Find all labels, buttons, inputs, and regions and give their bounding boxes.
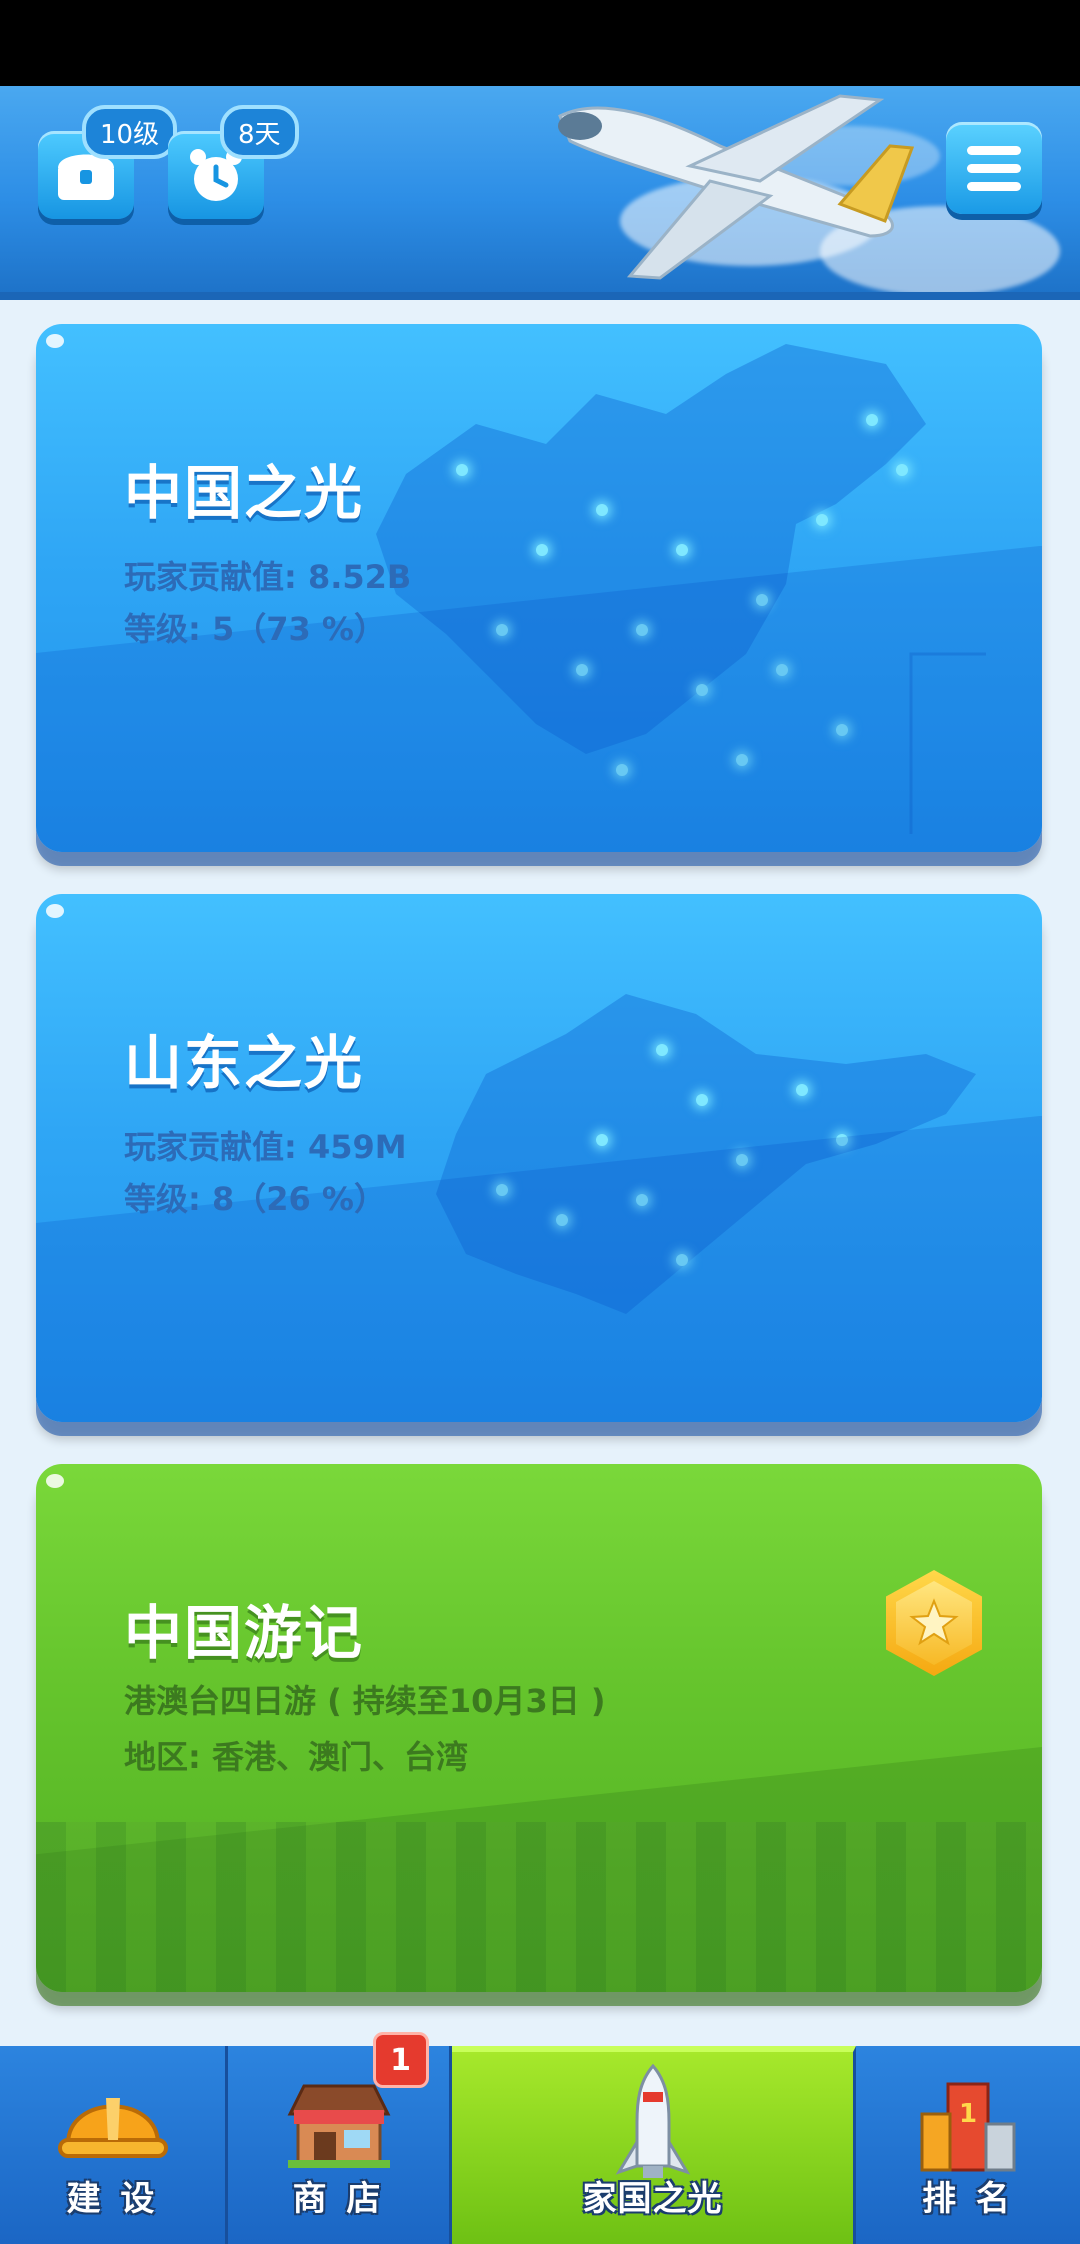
event-duration: 港澳台四日游 ( 持续至10月3日 ) (124, 1682, 606, 1720)
event-regions: 地区: 香港、澳门、台湾 (124, 1738, 468, 1776)
china-glory-card[interactable]: 中国之光 玩家贡献值: 8.52B 等级: 5（73 %） (36, 324, 1042, 852)
status-bar (0, 0, 1080, 86)
top-header: 10级 8天 (0, 86, 1080, 300)
rocket-icon (615, 2063, 690, 2178)
star-icon (909, 1598, 959, 1646)
star-badge[interactable] (886, 1570, 982, 1676)
nav-ranking[interactable]: 1 排 名 (856, 2046, 1080, 2244)
level-progress: 等级: 8（26 %） (124, 1180, 386, 1218)
card-title: 中国之光 (124, 459, 365, 527)
china-travel-card[interactable]: 中国游记 港澳台四日游 ( 持续至10月3日 ) 地区: 香港、澳门、台湾 (36, 1464, 1042, 1992)
nav-build[interactable]: 建 设 (0, 2046, 228, 2244)
card-title: 中国游记 (124, 1599, 365, 1667)
nav-shop[interactable]: 1 商 店 (228, 2032, 452, 2244)
town-illustration (36, 1822, 1042, 1992)
hard-hat-icon (57, 2098, 168, 2158)
nav-label: 排 名 (922, 2179, 1014, 2219)
treasure-chest-button[interactable]: 10级 (38, 105, 178, 219)
nav-label: 建 设 (66, 2179, 159, 2219)
nav-label: 商 店 (292, 2179, 385, 2219)
menu-button[interactable] (946, 122, 1042, 214)
contribution-value: 玩家贡献值: 8.52B (124, 558, 412, 596)
card-title: 山东之光 (124, 1029, 365, 1097)
bottom-nav: 建 设 1 商 店 家国之光 1 排 名 (0, 2032, 1080, 2244)
days-badge: 8天 (220, 105, 299, 159)
level-progress: 等级: 5（73 %） (124, 610, 386, 648)
level-badge: 10级 (82, 105, 178, 159)
nav-home-glory[interactable]: 家国之光 (452, 2046, 856, 2244)
alarm-clock-button[interactable]: 8天 (168, 105, 299, 219)
menu-icon (967, 145, 1021, 155)
shop-icon (287, 2084, 390, 2168)
podium-icon: 1 (920, 2082, 1016, 2172)
svg-text:1: 1 (959, 2099, 977, 2129)
contribution-value: 玩家贡献值: 459M (124, 1128, 407, 1166)
airplane-illustration (558, 94, 915, 280)
shandong-glory-card[interactable]: 山东之光 玩家贡献值: 459M 等级: 8（26 %） (36, 894, 1042, 1422)
